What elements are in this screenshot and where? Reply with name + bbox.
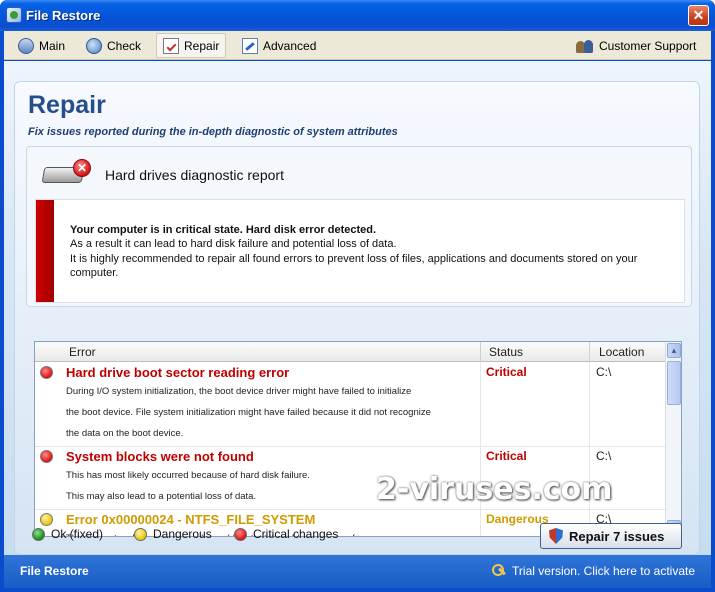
alert-text: Your computer is in critical state. Hard… [70, 223, 670, 280]
tab-repair-label: Repair [184, 38, 220, 53]
hard-drive-error-icon: ✕ [41, 159, 91, 187]
critical-status-icon [234, 528, 247, 542]
tab-main[interactable]: Main [12, 33, 71, 58]
tab-main-label: Main [39, 38, 66, 53]
alert-heading: Your computer is in critical state. Hard… [70, 224, 377, 236]
legend-dangerous-label: Dangerous [153, 527, 212, 541]
critical-alert: Your computer is in critical state. Hard… [35, 199, 685, 303]
critical-status-icon [40, 366, 53, 379]
scan-icon [86, 37, 102, 54]
customer-support-label: Customer Support [599, 38, 697, 53]
column-location[interactable]: Location [599, 345, 644, 359]
error-status: Critical [486, 365, 527, 379]
error-x-icon: ✕ [73, 159, 91, 177]
shield-icon [549, 528, 563, 544]
legend-dangerous: Dangerous [134, 527, 212, 542]
error-description: During I/O system initialization, the bo… [66, 386, 412, 397]
tab-check-label: Check [107, 38, 142, 53]
alert-line-2: It is highly recommended to repair all f… [70, 252, 638, 279]
app-icon [6, 7, 22, 23]
error-description: the data on the boot device. [66, 428, 184, 439]
status-bar: File Restore Trial version. Click here t… [4, 555, 711, 588]
repair-button-label: Repair 7 issues [569, 528, 665, 544]
error-description: the boot device. File system initializat… [66, 407, 431, 418]
ok-status-icon [32, 528, 45, 542]
watermark: 2-viruses.com [376, 472, 613, 507]
diagnostic-report: ✕ Hard drives diagnostic report Your com… [26, 146, 692, 307]
alert-line-1: As a result it can lead to hard disk fai… [70, 238, 397, 251]
scroll-thumb[interactable] [667, 361, 681, 405]
home-icon [18, 37, 34, 54]
status-app-name: File Restore [20, 564, 89, 578]
error-table: Error Status Location Hard drive boot se… [34, 341, 682, 537]
tab-advanced[interactable]: Advanced [236, 33, 322, 58]
column-divider[interactable] [589, 342, 590, 362]
window-title: File Restore [26, 8, 101, 23]
repair-icon [163, 37, 179, 54]
column-error[interactable]: Error [69, 345, 96, 359]
advanced-icon [242, 37, 258, 54]
scroll-up-button[interactable]: ▲ [667, 343, 681, 358]
tab-repair[interactable]: Repair [156, 33, 227, 58]
legend-ok-label: Ok (fixed) [51, 527, 104, 541]
error-location: C:\ [596, 365, 612, 379]
error-location: C:\ [596, 449, 612, 463]
tab-advanced-label: Advanced [263, 38, 317, 53]
alert-stripe [36, 200, 54, 302]
table-header: Error Status Location [35, 342, 666, 362]
table-scrollbar[interactable]: ▲ ▼ [665, 342, 681, 536]
app-window: File Restore ✕ Main Check Repair Advance… [0, 0, 715, 592]
column-status[interactable]: Status [489, 345, 523, 359]
error-title: System blocks were not found [66, 449, 254, 464]
error-status: Critical [486, 449, 527, 463]
title-bar[interactable]: File Restore ✕ [0, 0, 715, 31]
table-row[interactable]: Hard drive boot sector reading error Dur… [35, 362, 666, 446]
legend-critical-label: Critical changes [253, 527, 339, 541]
dangerous-status-icon [40, 513, 53, 526]
page-title: Repair [28, 91, 106, 119]
column-divider[interactable] [480, 342, 481, 362]
key-icon [492, 564, 506, 578]
error-title: Hard drive boot sector reading error [66, 365, 290, 380]
dangerous-status-icon [134, 528, 147, 542]
people-icon [576, 38, 594, 54]
toolbar: Main Check Repair Advanced Customer Supp… [4, 31, 711, 60]
activate-label: Trial version. Click here to activate [512, 564, 695, 578]
page-subtitle: Fix issues reported during the in-depth … [28, 126, 398, 138]
error-title: Error 0x00000024 - NTFS_FILE_SYSTEM [66, 512, 316, 527]
report-title: Hard drives diagnostic report [105, 167, 284, 183]
legend-critical: Critical changes [234, 527, 339, 542]
critical-status-icon [40, 450, 53, 463]
customer-support-link[interactable]: Customer Support [570, 33, 702, 58]
tab-check[interactable]: Check [80, 33, 147, 58]
activate-link[interactable]: Trial version. Click here to activate [492, 564, 695, 578]
legend-ok: Ok (fixed) [32, 527, 104, 542]
close-button[interactable]: ✕ [688, 5, 709, 26]
repair-issues-button[interactable]: Repair 7 issues [540, 523, 682, 549]
